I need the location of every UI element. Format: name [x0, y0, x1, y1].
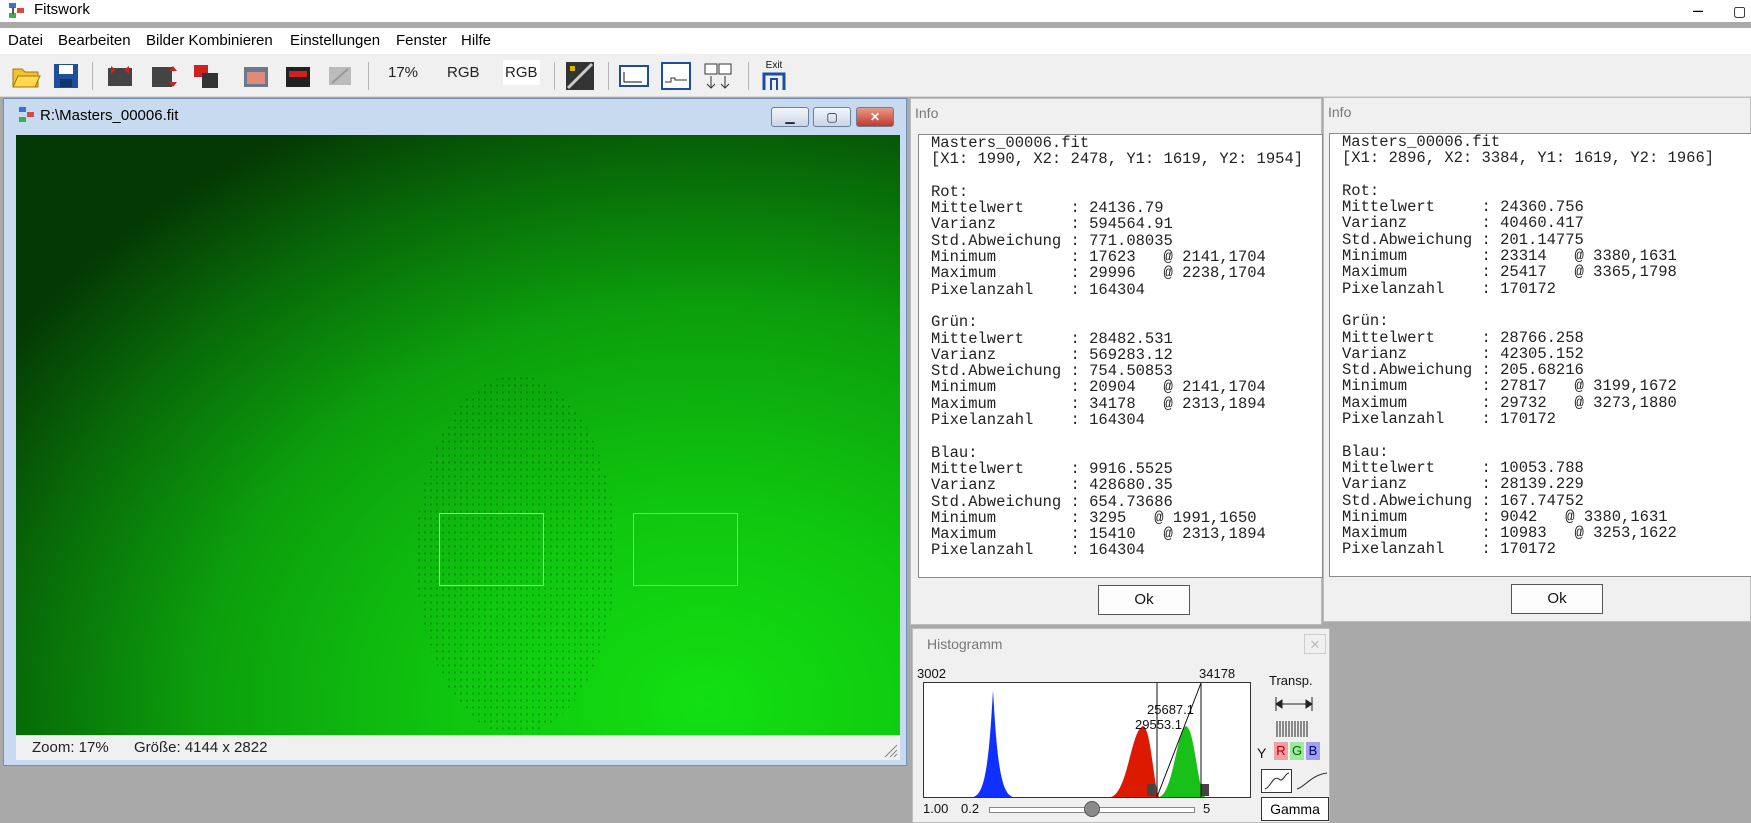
histogram-window: Histogramm ✕ 3002 34178 25687.1 29553.1 … [912, 628, 1330, 823]
menu-fenster[interactable]: Fenster [396, 32, 447, 49]
app-title-bar: Fitswork – ▢ [0, 0, 1751, 22]
menu-bearbeiten[interactable]: Bearbeiten [58, 32, 131, 49]
minimize-window-button[interactable]: ▁ [771, 107, 809, 127]
slider-min-label: 0.2 [961, 801, 980, 816]
maximize-window-button[interactable]: ▢ [813, 107, 851, 127]
size-status: Größe: 4144 x 2822 [134, 739, 268, 756]
menu-hilfe[interactable]: Hilfe [461, 32, 491, 49]
histogram-title: Histogramm [927, 636, 1003, 652]
gamma-value: 1.00 [923, 801, 949, 816]
channel-b-button[interactable]: B [1306, 742, 1320, 760]
selection-rectangle-yellow[interactable] [439, 513, 544, 586]
stretch-gradient-icon[interactable] [564, 60, 596, 92]
info-panel-2-text: Masters_00006.fit [X1: 2896, X2: 3384, Y… [1342, 133, 1715, 559]
exit-button[interactable]: Exit [758, 60, 790, 92]
info-panel-2-ok-button[interactable]: Ok [1511, 584, 1603, 614]
info-panel-1-text: Masters_00006.fit [X1: 1990, X2: 2478, Y… [931, 134, 1304, 560]
image-status-bar: Zoom: 17% Größe: 4144 x 2822 [16, 736, 900, 760]
window-view-icon[interactable] [618, 60, 650, 92]
curve-mode-icons[interactable] [1261, 769, 1329, 793]
image-canvas[interactable] [16, 135, 900, 735]
histogram-plot[interactable] [923, 682, 1251, 798]
close-window-button[interactable]: ✕ [856, 107, 894, 127]
image-window-icon[interactable] [240, 60, 272, 92]
info-panel-1-title: Info [915, 105, 939, 121]
gamma-button[interactable]: Gamma [1261, 797, 1329, 821]
transparency-range-icon[interactable] [1273, 693, 1319, 715]
close-icon[interactable]: ✕ [1304, 634, 1326, 654]
gamma-slider-knob[interactable] [1084, 801, 1100, 817]
histogram-min-value: 3002 [917, 666, 946, 681]
toolbar: 17% RGB RGB Exit [0, 54, 1751, 97]
channel-r-button[interactable]: R [1274, 742, 1288, 760]
info-panel-2-title: Info [1328, 104, 1352, 120]
histogram-marker-2: 29553.1 [1135, 717, 1182, 732]
exit-label: Exit [765, 60, 783, 71]
rgb-display-button[interactable]: RGB [503, 60, 540, 85]
minimize-app-button[interactable]: – [1683, 0, 1713, 22]
info-panel-2-textbox[interactable]: Masters_00006.fit [X1: 2896, X2: 3384, Y… [1329, 133, 1751, 577]
black-point-marker[interactable] [1147, 784, 1155, 796]
channel-y-button[interactable]: Y [1257, 745, 1266, 761]
slider-max-label: 5 [1203, 801, 1211, 816]
image-window-title: R:\Masters_00006.fit [40, 107, 179, 124]
histogram-max-value: 34178 [1199, 666, 1236, 681]
resize-grip-icon[interactable] [884, 744, 898, 758]
rgb-mode-button[interactable]: RGB [447, 64, 480, 81]
flip-vertical-icon[interactable] [148, 60, 180, 92]
histogram-marker-1: 25687.1 [1147, 702, 1194, 717]
menu-bilder-kombinieren[interactable]: Bilder Kombinieren [146, 32, 273, 49]
fitswork-app-icon [9, 3, 24, 18]
channel-g-button[interactable]: G [1290, 742, 1304, 760]
save-disk-icon[interactable] [50, 60, 82, 92]
menu-bar: Datei Bearbeiten Bilder Kombinieren Eins… [0, 28, 1751, 54]
selection-rectangle-cyan[interactable] [633, 513, 738, 586]
maximize-app-button[interactable]: ▢ [1733, 0, 1751, 22]
info-panel-1-ok-button[interactable]: Ok [1098, 585, 1190, 615]
app-title: Fitswork [34, 1, 90, 18]
menu-einstellungen[interactable]: Einstellungen [290, 32, 380, 49]
white-point-marker[interactable] [1201, 784, 1209, 796]
cut-scissors-icon [324, 60, 356, 92]
compare-images-icon[interactable] [702, 60, 734, 92]
info-panel-1: Info Masters_00006.fit [X1: 1990, X2: 24… [910, 98, 1323, 625]
open-folder-icon[interactable] [10, 60, 42, 92]
image-window-title-bar: R:\Masters_00006.fit [12, 102, 892, 126]
info-panel-1-textbox[interactable]: Masters_00006.fit [X1: 1990, X2: 2478, Y… [918, 134, 1323, 578]
rotate-icon[interactable] [190, 60, 222, 92]
menu-datei[interactable]: Datei [8, 32, 43, 49]
fitswork-doc-icon [19, 107, 34, 122]
dark-frame-icon[interactable] [282, 60, 314, 92]
zoom-status: Zoom: 17% [32, 739, 109, 756]
zoom-level-button[interactable]: 17% [388, 64, 418, 81]
transp-label: Transp. [1269, 673, 1313, 688]
info-panel-2: Info Masters_00006.fit [X1: 2896, X2: 33… [1323, 97, 1751, 622]
histogram-window-icon[interactable] [660, 60, 692, 92]
barcode-icon[interactable] [1273, 719, 1319, 741]
image-window: R:\Masters_00006.fit ▁ ▢ ✕ Zoom: 17% Grö… [3, 98, 907, 766]
flip-horizontal-icon[interactable] [104, 60, 136, 92]
